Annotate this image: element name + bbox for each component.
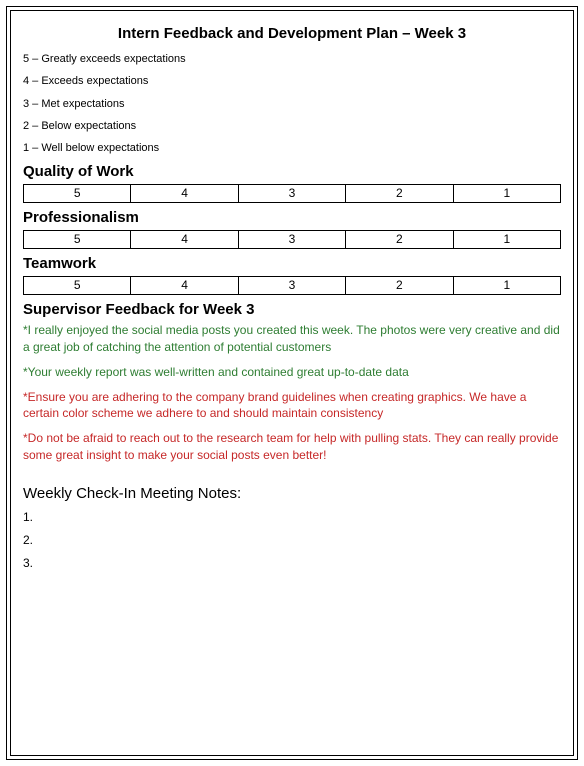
page-title: Intern Feedback and Development Plan – W…: [23, 25, 561, 42]
feedback-item-positive: *I really enjoyed the social media posts…: [23, 322, 561, 354]
feedback-item-improve: *Do not be afraid to reach out to the re…: [23, 430, 561, 462]
rating-cell[interactable]: 5: [24, 277, 131, 295]
legend-item: 2 – Below expectations: [23, 119, 561, 133]
feedback-heading: Supervisor Feedback for Week 3: [23, 301, 561, 318]
rating-legend: 5 – Greatly exceeds expectations 4 – Exc…: [23, 52, 561, 155]
notes-item: 3.: [23, 556, 561, 570]
frame-inner: Intern Feedback and Development Plan – W…: [10, 10, 574, 756]
feedback-block: *I really enjoyed the social media posts…: [23, 322, 561, 462]
rating-cell[interactable]: 2: [346, 231, 453, 249]
rating-table-professionalism: 5 4 3 2 1: [23, 230, 561, 249]
rating-cell[interactable]: 4: [131, 231, 238, 249]
rating-table-quality: 5 4 3 2 1: [23, 184, 561, 203]
rating-cell[interactable]: 5: [24, 231, 131, 249]
section-heading-teamwork: Teamwork: [23, 255, 561, 272]
rating-cell[interactable]: 3: [238, 185, 345, 203]
feedback-item-improve: *Ensure you are adhering to the company …: [23, 389, 561, 421]
section-heading-professionalism: Professionalism: [23, 209, 561, 226]
rating-cell[interactable]: 3: [238, 277, 345, 295]
legend-item: 3 – Met expectations: [23, 97, 561, 111]
legend-item: 1 – Well below expectations: [23, 141, 561, 155]
notes-heading: Weekly Check-In Meeting Notes:: [23, 485, 561, 502]
feedback-item-positive: *Your weekly report was well-written and…: [23, 364, 561, 380]
notes-item: 1.: [23, 510, 561, 524]
rating-cell[interactable]: 5: [24, 185, 131, 203]
legend-item: 5 – Greatly exceeds expectations: [23, 52, 561, 66]
rating-cell[interactable]: 1: [453, 231, 560, 249]
notes-list: 1. 2. 3.: [23, 510, 561, 570]
rating-cell[interactable]: 1: [453, 277, 560, 295]
rating-cell[interactable]: 4: [131, 277, 238, 295]
notes-item: 2.: [23, 533, 561, 547]
page: Intern Feedback and Development Plan – W…: [0, 0, 584, 766]
rating-cell[interactable]: 4: [131, 185, 238, 203]
rating-cell[interactable]: 3: [238, 231, 345, 249]
section-heading-quality: Quality of Work: [23, 163, 561, 180]
rating-cell[interactable]: 1: [453, 185, 560, 203]
rating-table-teamwork: 5 4 3 2 1: [23, 276, 561, 295]
rating-cell[interactable]: 2: [346, 277, 453, 295]
rating-cell[interactable]: 2: [346, 185, 453, 203]
legend-item: 4 – Exceeds expectations: [23, 74, 561, 88]
